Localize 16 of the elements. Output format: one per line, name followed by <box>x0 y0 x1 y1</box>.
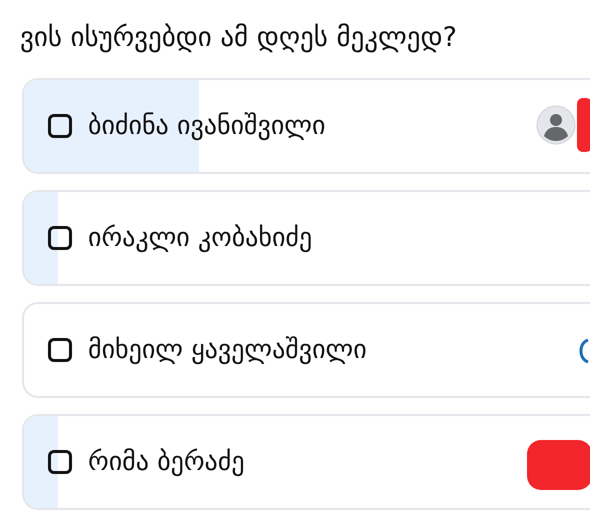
checkbox[interactable] <box>48 226 72 250</box>
option-label: ბიძინა ივანიშვილი <box>88 110 326 142</box>
checkbox[interactable] <box>48 450 72 474</box>
option-label: ირაკლი კობახიძე <box>88 222 312 254</box>
option-label: რიმა ბერაძე <box>88 446 245 478</box>
poll-option[interactable]: მიხეილ ყაველაშვილი <box>22 302 590 398</box>
poll-option[interactable]: ირაკლი კობახიძე <box>22 190 590 286</box>
checkbox[interactable] <box>48 338 72 362</box>
poll-question: ვის ისურვებდი ამ დღეს მეკლედ? <box>20 21 457 55</box>
poll-option[interactable]: რიმა ბერაძე <box>22 414 590 510</box>
poll-option[interactable]: ბიძინა ივანიშვილი <box>22 78 590 174</box>
redaction-mark <box>527 440 590 490</box>
avatar-icon <box>536 105 576 145</box>
checkbox[interactable] <box>48 114 72 138</box>
option-label: მიხეილ ყაველაშვილი <box>88 334 367 366</box>
redaction-mark <box>577 98 590 152</box>
